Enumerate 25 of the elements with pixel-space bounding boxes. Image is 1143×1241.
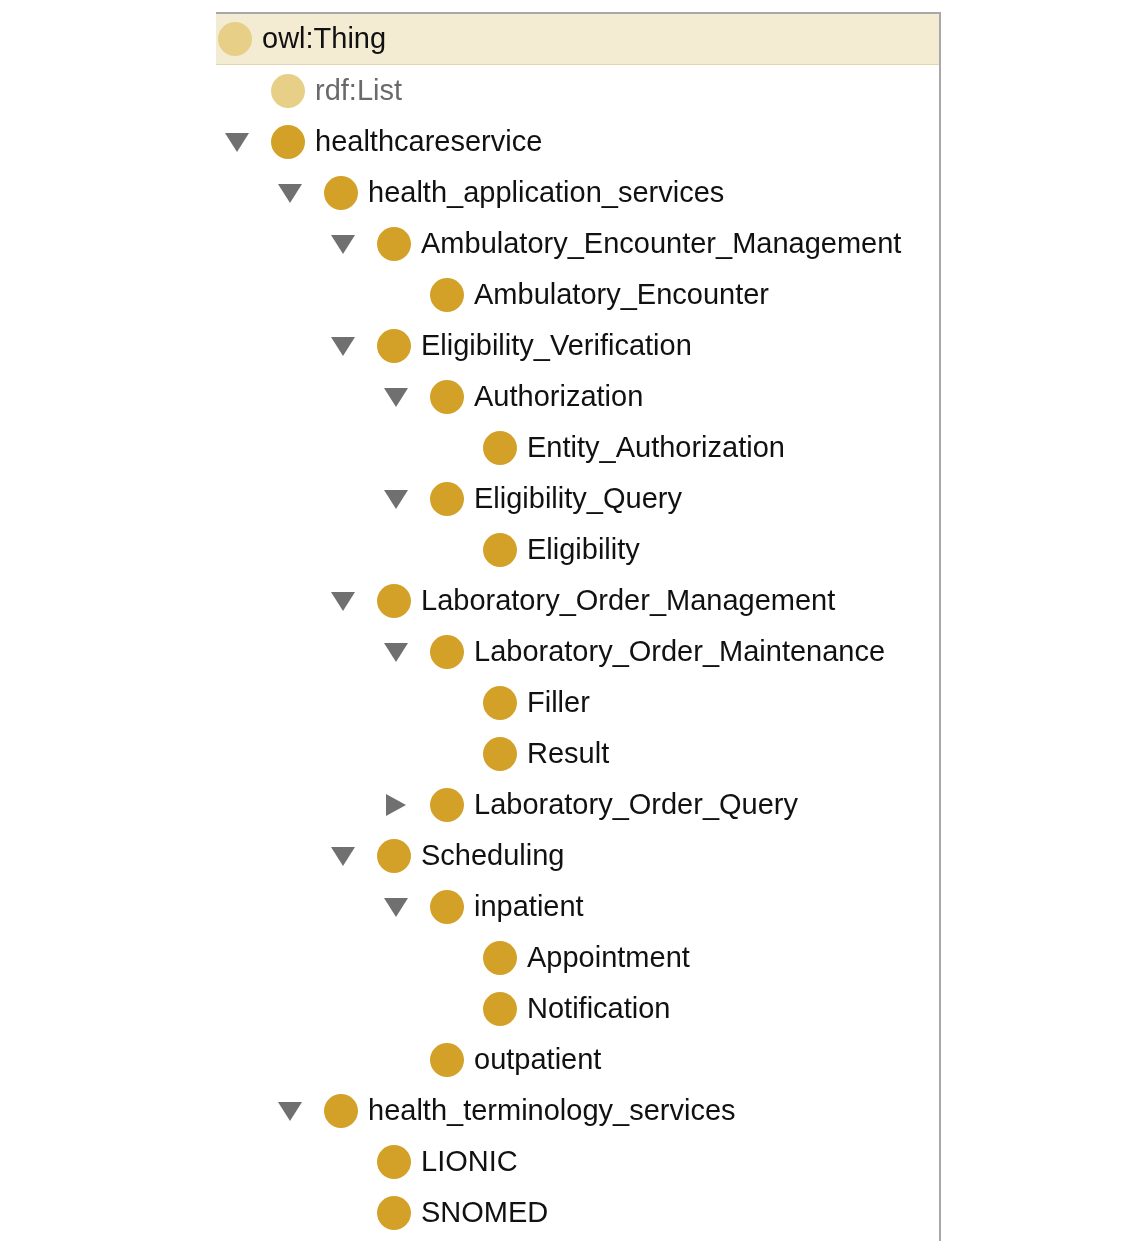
class-label: Laboratory_Order_Maintenance	[474, 633, 886, 669]
class-label: Filler	[527, 684, 590, 720]
class-label: Entity_Authorization	[527, 429, 785, 465]
class-label: Eligibility_Query	[474, 480, 682, 516]
class-label: healthcareservice	[315, 123, 543, 159]
class-label: inpatient	[474, 888, 584, 924]
class-label: LIONIC	[421, 1143, 518, 1179]
class-label: rdf:List	[315, 72, 403, 108]
class-label: Laboratory_Order_Management	[421, 582, 836, 618]
class-label: Appointment	[527, 939, 690, 975]
class-label: Result	[527, 735, 610, 771]
class-label: SNOMED	[421, 1194, 549, 1230]
class-label: outpatient	[474, 1041, 602, 1077]
class-label: Ambulatory_Encounter	[474, 276, 769, 312]
class-label: Eligibility_Verification	[421, 327, 692, 363]
class-label: Eligibility	[527, 531, 640, 567]
class-label: health_application_services	[368, 174, 725, 210]
class-label: Ambulatory_Encounter_Management	[421, 225, 902, 261]
class-label: Authorization	[474, 378, 644, 414]
class-label: owl:Thing	[262, 21, 387, 57]
class-label: Scheduling	[421, 837, 565, 873]
class-label: Notification	[527, 990, 671, 1026]
tree-row[interactable]: owl:Thing	[216, 14, 939, 65]
class-label: health_terminology_services	[368, 1092, 736, 1128]
class-label: Laboratory_Order_Query	[474, 786, 798, 822]
